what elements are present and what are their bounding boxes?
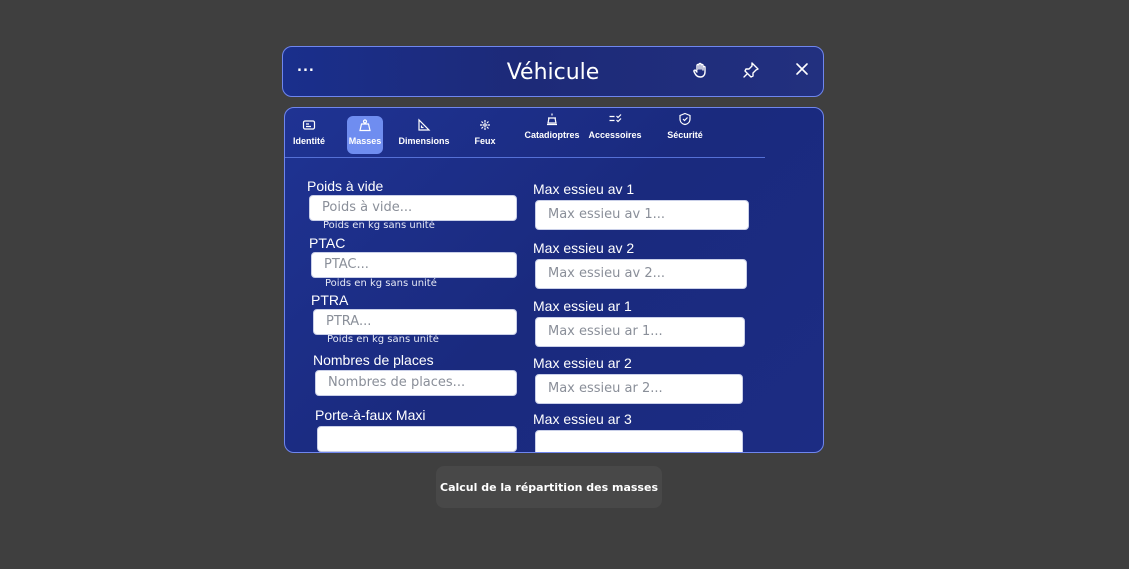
tab-feux[interactable]: Feux <box>469 116 501 154</box>
checklist-icon <box>609 114 622 123</box>
max-essieu-av-1-input[interactable]: Max essieu av 1... <box>535 200 749 230</box>
hand-icon[interactable] <box>691 61 711 81</box>
field-label-max-essieu-ar-1: Max essieu ar 1 <box>533 298 632 314</box>
field-label-poids-a-vide: Poids à vide <box>307 178 384 194</box>
tab-securite[interactable]: Sécurité <box>663 110 707 148</box>
tab-label: Dimensions <box>398 136 450 146</box>
reflector-icon <box>547 113 557 126</box>
max-essieu-av-2-input[interactable]: Max essieu av 2... <box>535 259 747 289</box>
field-label-nombres-de-places: Nombres de places <box>313 352 434 368</box>
field-hint: Poids en kg sans unité <box>327 334 439 345</box>
poids-a-vide-input[interactable]: Poids à vide... <box>309 195 517 221</box>
field-hint: Poids en kg sans unité <box>325 278 437 289</box>
tab-label: Masses <box>348 136 382 146</box>
tab-label: Identité <box>292 136 325 146</box>
field-label-porte-a-faux-maxi: Porte-à-faux Maxi <box>315 407 426 423</box>
tab-bar: Identité Masses Dimensions Feux Catadiop… <box>285 108 765 158</box>
tab-catadioptres[interactable]: Catadioptres <box>523 110 581 148</box>
weight-icon <box>359 119 371 132</box>
tab-identite[interactable]: Identité <box>291 116 327 154</box>
tab-dimensions[interactable]: Dimensions <box>397 116 451 154</box>
ruler-triangle-icon <box>418 118 431 131</box>
calcul-repartition-button[interactable]: Calcul de la répartition des masses <box>436 466 662 508</box>
porte-a-faux-maxi-input[interactable] <box>317 426 517 452</box>
id-card-icon <box>302 120 316 130</box>
tab-label: Sécurité <box>667 130 703 140</box>
tab-accessoires[interactable]: Accessoires <box>587 110 643 148</box>
ptac-input[interactable]: PTAC... <box>311 252 517 278</box>
close-icon[interactable] <box>794 61 814 81</box>
tab-label: Catadioptres <box>524 130 580 140</box>
masses-panel: Identité Masses Dimensions Feux Catadiop… <box>284 107 824 453</box>
max-essieu-ar-2-input[interactable]: Max essieu ar 2... <box>535 374 743 404</box>
field-hint: Poids en kg sans unité <box>323 220 435 231</box>
window-title-bar[interactable]: ... Véhicule <box>282 46 824 97</box>
pin-icon[interactable] <box>742 61 762 81</box>
tab-label: Feux <box>474 136 496 146</box>
field-label-max-essieu-ar-2: Max essieu ar 2 <box>533 355 632 371</box>
shield-icon <box>679 112 691 126</box>
field-label-ptra: PTRA <box>311 292 349 308</box>
max-essieu-ar-3-input[interactable] <box>535 430 743 452</box>
ptra-input[interactable]: PTRA... <box>313 309 517 335</box>
field-label-max-essieu-av-2: Max essieu av 2 <box>533 240 635 256</box>
tab-masses[interactable]: Masses <box>347 116 383 154</box>
tab-label: Accessoires <box>588 130 642 140</box>
light-icon <box>480 120 490 130</box>
field-label-ptac: PTAC <box>309 235 346 251</box>
nombres-de-places-input[interactable]: Nombres de places... <box>315 370 517 396</box>
field-label-max-essieu-av-1: Max essieu av 1 <box>533 181 635 197</box>
field-label-max-essieu-ar-3: Max essieu ar 3 <box>533 411 632 427</box>
max-essieu-ar-1-input[interactable]: Max essieu ar 1... <box>535 317 745 347</box>
